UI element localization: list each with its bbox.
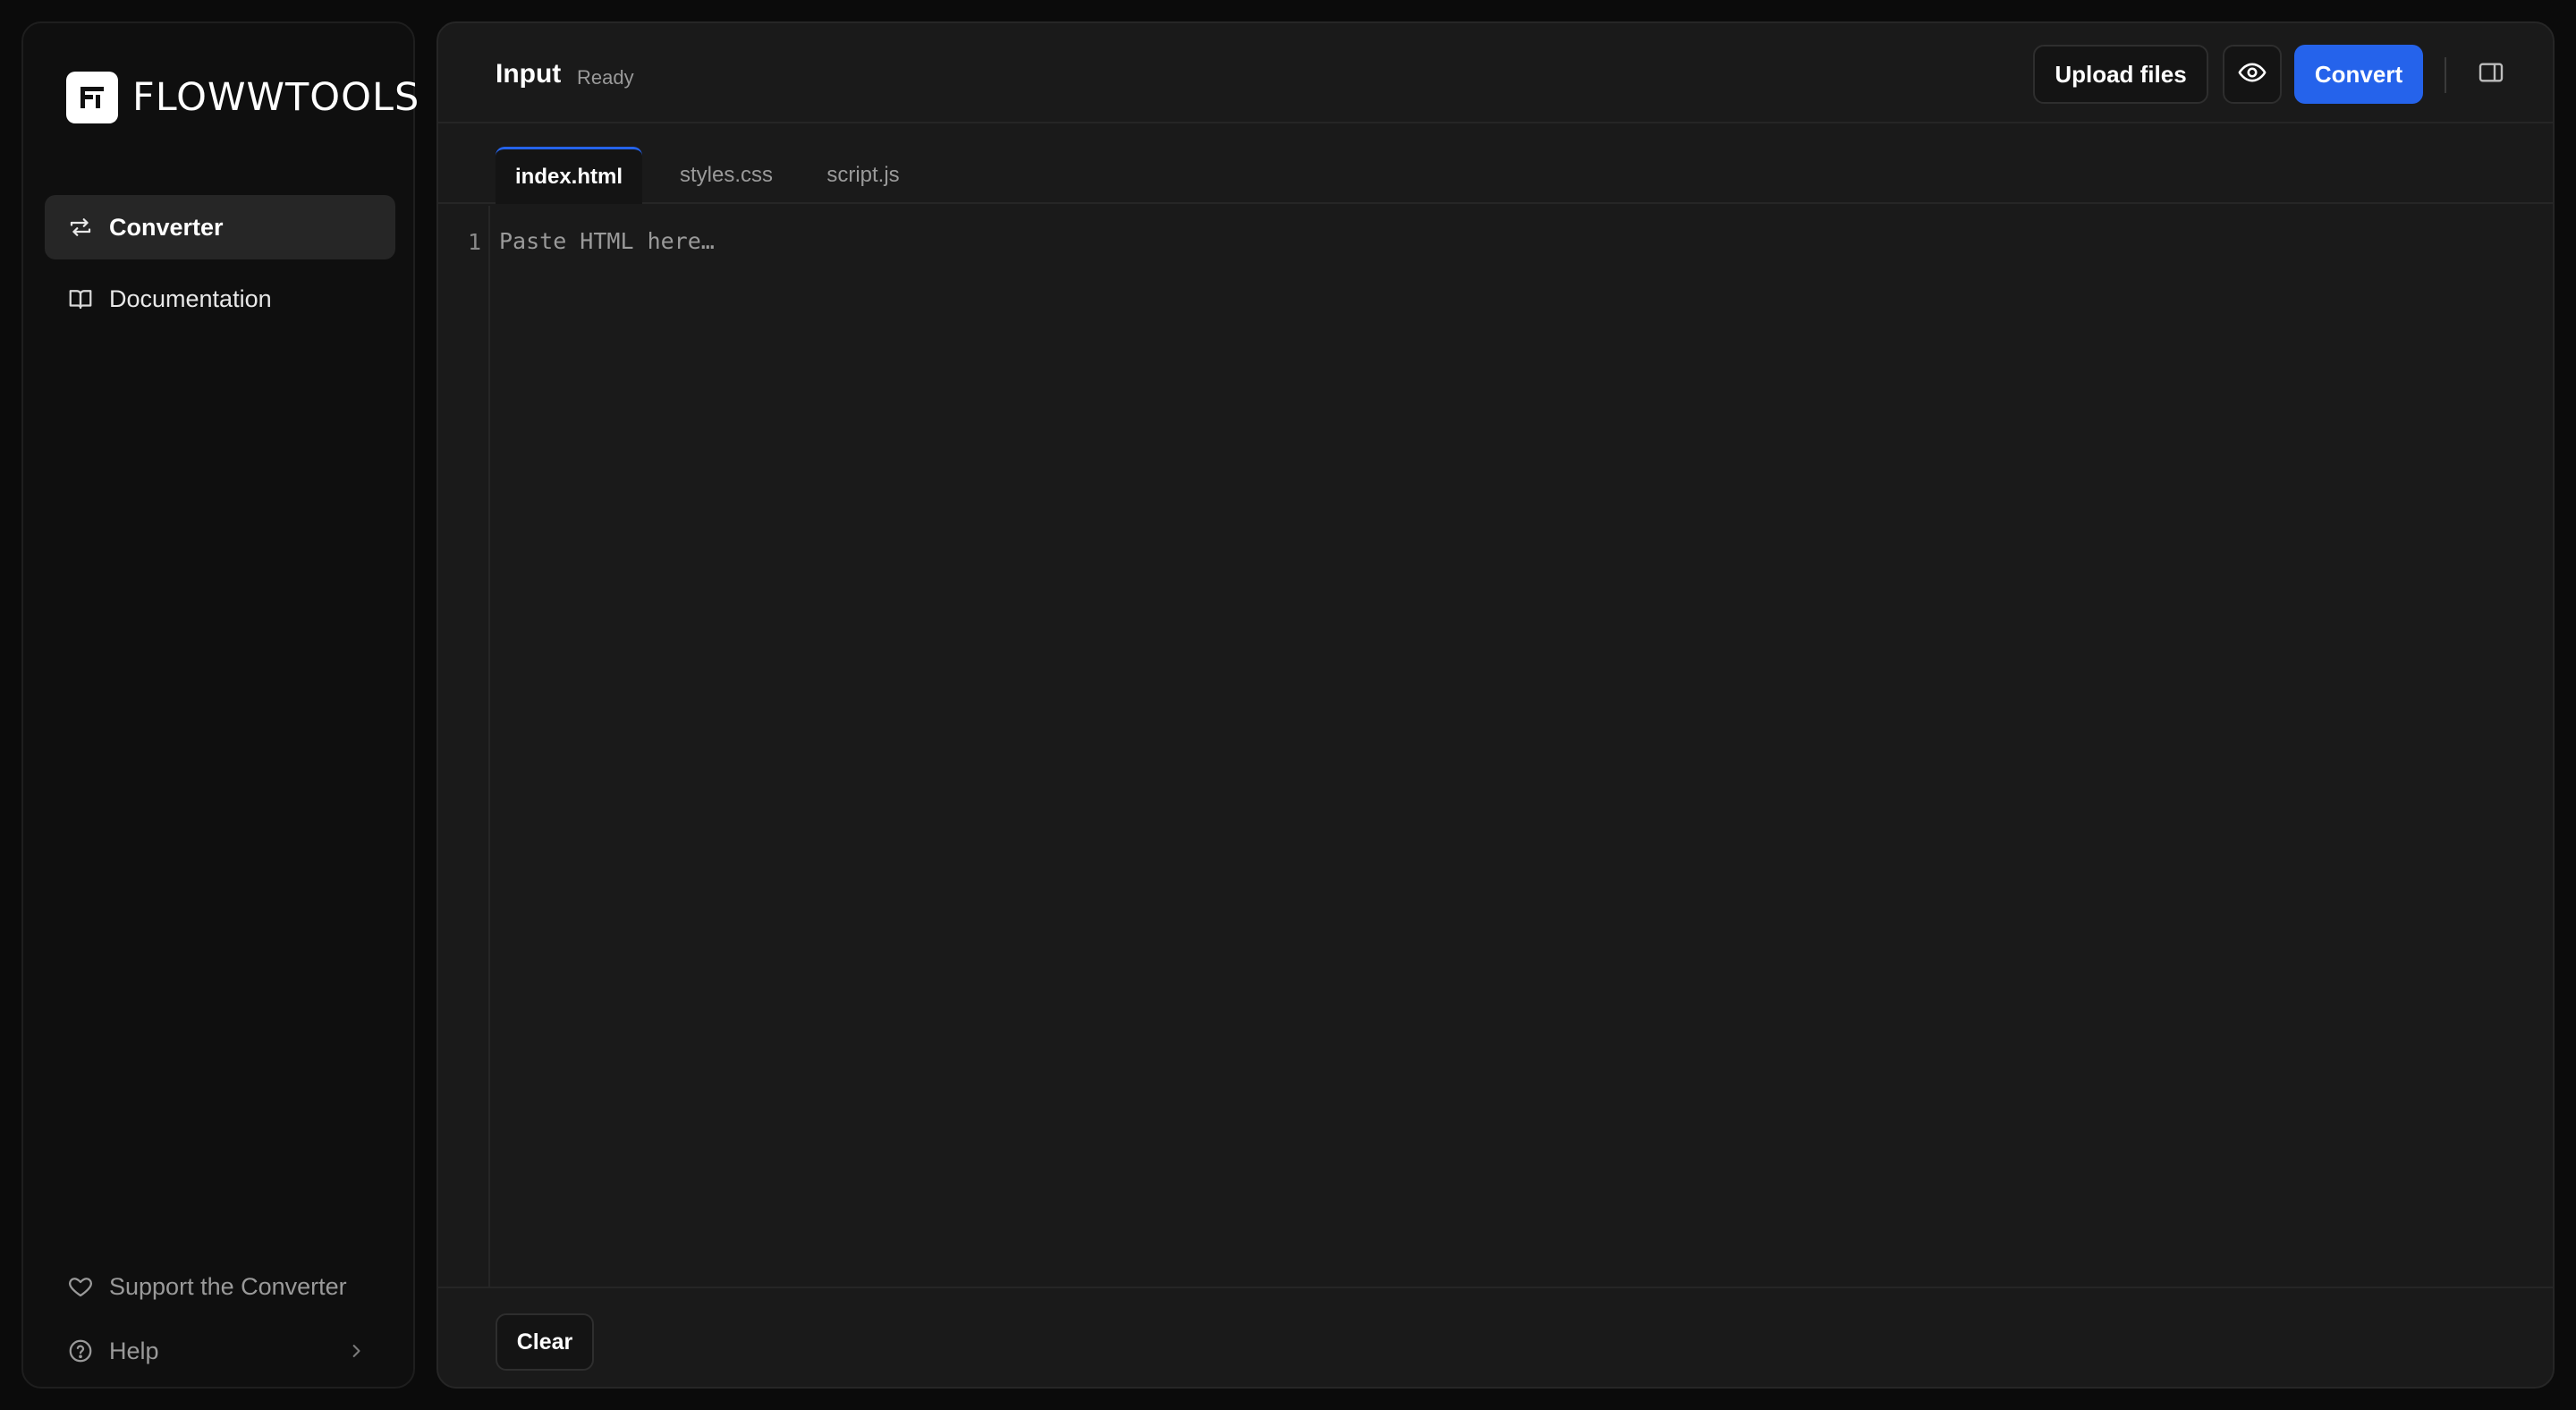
panel-footer: Clear [438, 1287, 2553, 1387]
swap-arrows-icon [66, 213, 95, 242]
header-divider [2445, 57, 2446, 93]
sidebar-footer: Support the Converter Help [45, 1254, 395, 1383]
code-input[interactable] [499, 224, 2529, 1270]
tab-index-html[interactable]: index.html [496, 147, 642, 204]
sidebar-item-converter[interactable]: Converter [45, 195, 395, 259]
sidebar-nav: Converter Documentation [45, 195, 395, 338]
support-label: Support the Converter [109, 1272, 347, 1300]
logo[interactable]: FLOWWTOOLS [66, 72, 419, 123]
eye-icon [2237, 57, 2267, 92]
toggle-panel-button[interactable] [2466, 45, 2516, 104]
code-editor: 1 [438, 206, 2553, 1287]
help-menu[interactable]: Help [45, 1319, 395, 1383]
status-badge: Ready [577, 66, 634, 89]
sidebar-item-label: Converter [109, 213, 224, 241]
sidebar-panel-icon [2477, 58, 2505, 91]
clear-button[interactable]: Clear [496, 1313, 594, 1371]
tab-styles-css[interactable]: styles.css [655, 147, 798, 204]
file-tabs: index.html styles.css script.js [438, 125, 2553, 204]
heart-icon [66, 1272, 95, 1301]
flowwtools-logo-icon [66, 72, 118, 123]
page-title: Input [496, 59, 562, 89]
logo-text: FLOWWTOOLS [132, 75, 420, 120]
book-open-icon [66, 285, 95, 313]
support-link[interactable]: Support the Converter [45, 1254, 395, 1319]
help-label: Help [109, 1337, 159, 1364]
input-panel: Input Ready Upload files Convert index.h… [436, 21, 2555, 1389]
convert-button[interactable]: Convert [2294, 45, 2423, 104]
tab-script-js[interactable]: script.js [805, 147, 921, 204]
sidebar-item-label: Documentation [109, 285, 272, 312]
upload-files-button[interactable]: Upload files [2033, 45, 2208, 104]
line-gutter: 1 [438, 206, 490, 1287]
app-root: FLOWWTOOLS Converter Documentation Suppo… [0, 0, 2576, 1410]
panel-header: Input Ready Upload files Convert [438, 23, 2553, 123]
sidebar: FLOWWTOOLS Converter Documentation Suppo… [21, 21, 419, 1389]
line-number: 1 [467, 229, 481, 255]
sidebar-item-documentation[interactable]: Documentation [45, 267, 395, 331]
preview-button[interactable] [2223, 45, 2282, 104]
help-circle-icon [66, 1337, 95, 1365]
chevron-right-icon [343, 1338, 369, 1368]
